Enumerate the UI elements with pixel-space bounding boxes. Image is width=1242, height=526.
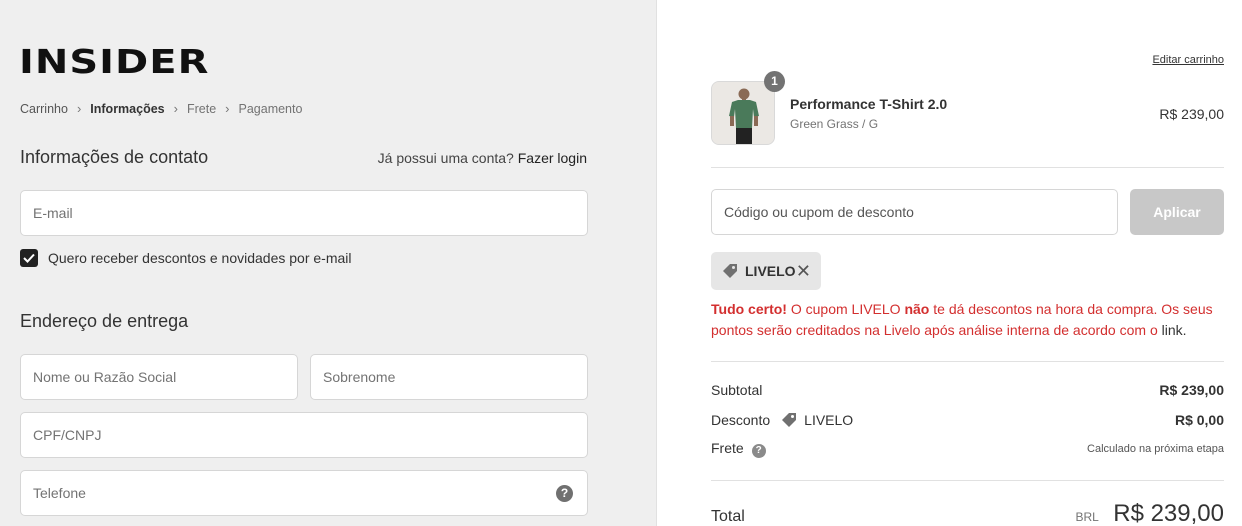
breadcrumb-info: Informações bbox=[90, 101, 165, 116]
discount-code: LIVELO bbox=[804, 412, 854, 428]
notice-emphasis: não bbox=[904, 301, 930, 317]
notice-text: O cupom LIVELO bbox=[786, 301, 905, 317]
shipping-section-title: Endereço de entrega bbox=[20, 311, 189, 331]
shipping-label: Frete bbox=[711, 440, 744, 456]
cpf-field-wrapper bbox=[20, 412, 588, 458]
shipping-value: Calculado na próxima etapa bbox=[1087, 443, 1224, 455]
notice-link[interactable]: link bbox=[1162, 322, 1183, 338]
cpf-cnpj-field[interactable] bbox=[21, 413, 587, 457]
login-prompt: Já possui uma conta? Fazer login bbox=[378, 150, 587, 166]
chevron-right-icon: › bbox=[76, 101, 82, 116]
newsletter-checkbox[interactable] bbox=[20, 249, 38, 267]
newsletter-label: Quero receber descontos e novidades por … bbox=[48, 250, 352, 266]
divider bbox=[711, 361, 1224, 362]
surname-field[interactable] bbox=[311, 355, 587, 399]
breadcrumb: Carrinho › Informações › Frete › Pagamen… bbox=[20, 101, 302, 116]
total-label: Total bbox=[711, 508, 745, 525]
applied-coupon-code: LIVELO bbox=[745, 263, 796, 279]
notice-success: Tudo certo! bbox=[711, 301, 787, 317]
breadcrumb-payment: Pagamento bbox=[238, 101, 303, 116]
chevron-right-icon: › bbox=[225, 101, 230, 116]
chevron-right-icon: › bbox=[173, 101, 178, 116]
breadcrumb-cart[interactable]: Carrinho bbox=[20, 102, 68, 116]
subtotal-value: R$ 239,00 bbox=[1159, 382, 1224, 398]
surname-field-wrapper bbox=[310, 354, 588, 400]
coupon-field[interactable] bbox=[712, 190, 1117, 234]
remove-coupon-icon[interactable]: ✕ bbox=[796, 261, 811, 282]
order-summary-panel: Editar carrinho 1 Performance T-Shirt 2.… bbox=[657, 0, 1242, 526]
currency-code: BRL bbox=[1075, 510, 1099, 524]
discount-row: Desconto LIVELO R$ 0,00 bbox=[711, 411, 1224, 429]
insider-logo[interactable]: INSIDER bbox=[19, 46, 209, 79]
coupon-notice: Tudo certo! O cupom LIVELO não te dá des… bbox=[711, 299, 1221, 341]
login-link[interactable]: Fazer login bbox=[518, 150, 587, 166]
coupon-field-wrapper bbox=[711, 189, 1118, 235]
shipping-row: Frete? Calculado na próxima etapa bbox=[711, 440, 1224, 458]
tag-icon bbox=[721, 262, 739, 280]
has-account-text: Já possui uma conta? bbox=[377, 150, 514, 166]
name-field[interactable] bbox=[21, 355, 297, 399]
phone-field[interactable] bbox=[21, 471, 587, 515]
product-image bbox=[711, 81, 775, 145]
product-price: R$ 239,00 bbox=[1159, 106, 1224, 122]
edit-cart-link[interactable]: Editar carrinho bbox=[1152, 54, 1224, 66]
total-value: R$ 239,00 bbox=[1113, 500, 1224, 526]
discount-label: Desconto bbox=[711, 412, 771, 428]
total-row: Total BRL R$ 239,00 bbox=[711, 500, 1224, 526]
newsletter-option[interactable]: Quero receber descontos e novidades por … bbox=[20, 249, 352, 267]
breadcrumb-shipping: Frete bbox=[186, 101, 217, 116]
tag-icon bbox=[780, 411, 798, 429]
notice-end: . bbox=[1182, 322, 1187, 338]
discount-value: R$ 0,00 bbox=[1174, 412, 1224, 428]
quantity-badge: 1 bbox=[764, 71, 785, 92]
applied-coupon-chip: LIVELO ✕ bbox=[711, 252, 821, 290]
contact-section-title: Informações de contato bbox=[20, 147, 209, 167]
phone-field-wrapper: ? bbox=[20, 470, 588, 516]
checkout-form-panel: INSIDER Carrinho › Informações › Frete ›… bbox=[0, 0, 657, 526]
subtotal-label: Subtotal bbox=[711, 382, 763, 398]
email-field-wrapper bbox=[20, 190, 588, 236]
help-icon[interactable]: ? bbox=[751, 444, 766, 458]
name-field-wrapper bbox=[20, 354, 298, 400]
divider bbox=[711, 167, 1224, 168]
subtotal-row: Subtotal R$ 239,00 bbox=[711, 382, 1224, 398]
product-name: Performance T-Shirt 2.0 bbox=[790, 96, 948, 112]
apply-coupon-button[interactable]: Aplicar bbox=[1130, 189, 1224, 235]
tshirt-model-image bbox=[712, 82, 774, 144]
product-variant: Green Grass / G bbox=[790, 117, 879, 131]
checkmark-icon bbox=[23, 253, 35, 263]
email-field[interactable] bbox=[21, 191, 587, 235]
divider bbox=[711, 480, 1224, 481]
help-icon[interactable]: ? bbox=[556, 485, 573, 502]
